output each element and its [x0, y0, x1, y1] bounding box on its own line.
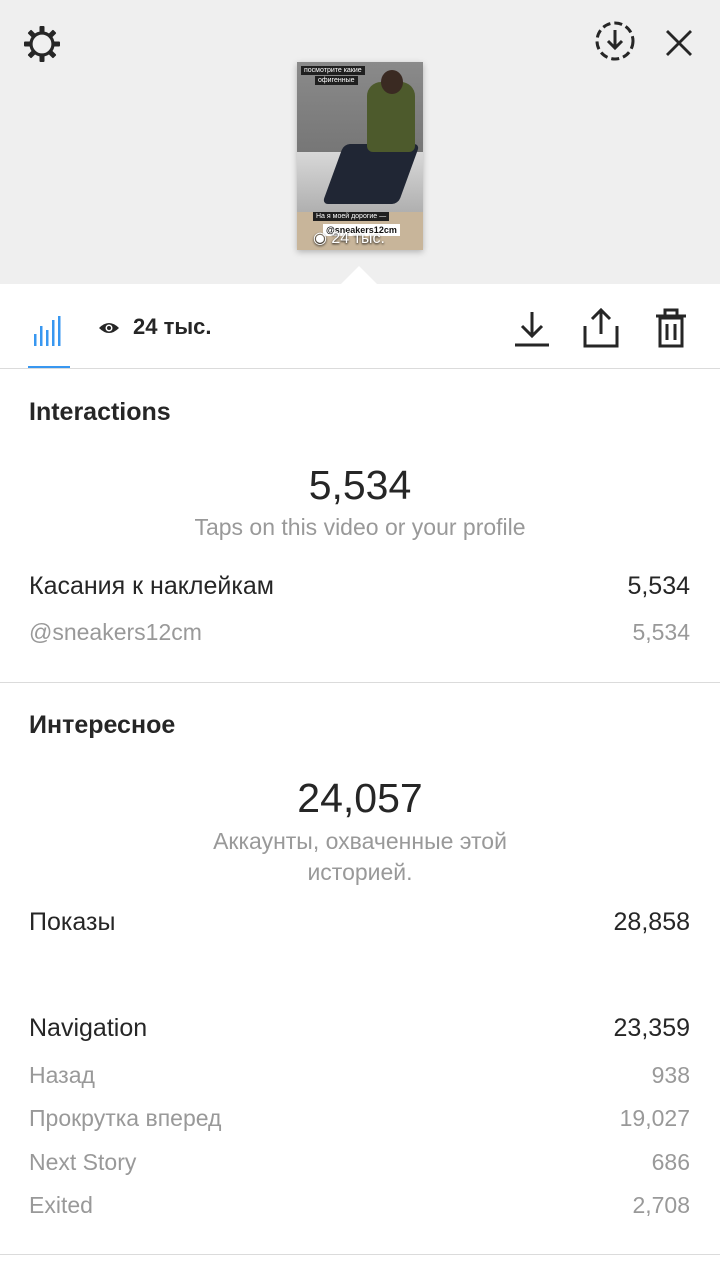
- story-text-sticker: офигенные: [315, 76, 358, 85]
- nav-back-value: 938: [651, 1062, 690, 1088]
- settings-button[interactable]: [20, 22, 64, 66]
- interactions-caption: Taps on this video or your profile: [194, 514, 526, 540]
- close-button[interactable]: [660, 24, 698, 62]
- navigation-label: Navigation: [29, 1014, 148, 1042]
- story-preview-area: посмотрите какие офигенные На я моей дор…: [0, 0, 720, 285]
- thumbnail-views-text: 24 тыс.: [331, 230, 385, 247]
- nav-back-label: Назад: [29, 1062, 95, 1088]
- trash-icon: [656, 308, 686, 348]
- eye-icon: [99, 323, 119, 333]
- selection-pointer: [340, 266, 378, 285]
- mention-taps-value: 5,534: [632, 619, 690, 645]
- reach-caption: Аккаунты, охваченные этой историей.: [213, 828, 507, 885]
- nav-forward-value: 19,027: [619, 1105, 690, 1131]
- interactions-title: Interactions: [29, 398, 171, 426]
- download-circle-icon: [595, 21, 635, 61]
- mention-taps-label: @sneakers12cm: [29, 619, 202, 645]
- story-text-sticker: На я моей дорогие —: [313, 212, 390, 221]
- bar-chart-icon: [34, 316, 61, 346]
- thumbnail-head: [381, 70, 403, 94]
- delete-button[interactable]: [651, 306, 691, 350]
- story-toolbar: 24 тыс.: [0, 284, 720, 369]
- story-text-sticker: посмотрите какие: [301, 66, 365, 75]
- download-icon: [515, 312, 549, 347]
- share-icon: [583, 307, 619, 348]
- download-button[interactable]: [512, 306, 552, 350]
- share-button[interactable]: [581, 306, 621, 350]
- navigation-value: 23,359: [613, 1014, 690, 1042]
- nav-next-story-value: 686: [651, 1149, 690, 1175]
- nav-next-story-label: Next Story: [29, 1149, 137, 1175]
- nav-exited-label: Exited: [29, 1192, 93, 1218]
- section-divider: [0, 1254, 720, 1255]
- thumbnail-views: ◉ 24 тыс.: [313, 230, 385, 247]
- close-icon: [666, 30, 692, 56]
- save-story-button[interactable]: [592, 18, 638, 64]
- section-divider: [0, 682, 720, 683]
- interactions-total: 5,534: [308, 462, 412, 508]
- discovery-title: Интересное: [29, 711, 176, 739]
- impressions-value: 28,858: [613, 908, 690, 936]
- tab-insights[interactable]: [26, 312, 70, 368]
- nav-exited-value: 2,708: [632, 1192, 690, 1218]
- impressions-label: Показы: [29, 908, 116, 936]
- story-thumbnail[interactable]: посмотрите какие офигенные На я моей дор…: [297, 62, 423, 250]
- sticker-taps-value: 5,534: [627, 572, 690, 600]
- views-count[interactable]: 24 тыс.: [133, 314, 212, 340]
- reach-total: 24,057: [297, 775, 423, 821]
- gear-icon: [24, 26, 60, 62]
- sticker-taps-label: Касания к наклейкам: [29, 572, 274, 600]
- active-tab-indicator: [28, 366, 70, 368]
- nav-forward-label: Прокрутка вперед: [29, 1105, 222, 1131]
